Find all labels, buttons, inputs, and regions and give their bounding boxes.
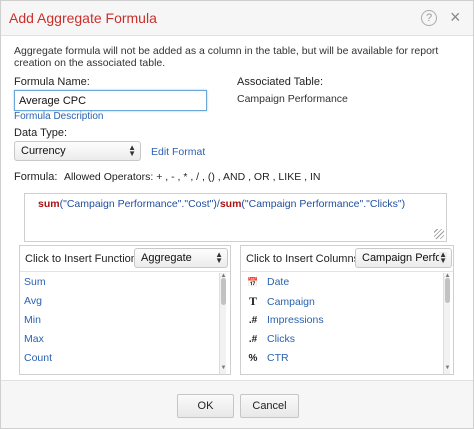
functions-scrollbar[interactable]: ▲ ▼ [219, 273, 226, 374]
column-item-label: Impressions [267, 314, 324, 326]
column-item[interactable]: T Campaign [241, 292, 431, 311]
column-table-value: Campaign Perfor [362, 252, 446, 264]
column-item-label: Date [267, 276, 290, 288]
formula-name-input[interactable] [14, 90, 207, 111]
functions-panel: Click to Insert Functions: Aggregate ▲ ▼ … [19, 245, 231, 375]
date-icon: 📅 [247, 277, 259, 287]
cancel-button[interactable]: Cancel [240, 394, 299, 418]
formula-argument-2: ("Campaign Performance"."Clicks") [241, 198, 406, 210]
column-item-label: Campaign [267, 296, 315, 308]
add-aggregate-formula-dialog: Add Aggregate Formula ? × Aggregate form… [0, 0, 474, 429]
column-item[interactable]: .# Clicks [241, 330, 431, 349]
function-item[interactable]: Min [20, 311, 210, 330]
data-type-value: Currency [21, 145, 66, 157]
column-item[interactable]: % CTR [241, 349, 431, 368]
columns-panel: Click to Insert Columns: Campaign Perfor… [240, 245, 454, 375]
formula-function-1: sum [38, 198, 60, 210]
function-category-value: Aggregate [141, 252, 192, 264]
column-item[interactable]: .# Impressions [241, 311, 431, 330]
formula-function-2: sum [219, 198, 242, 210]
function-category-select[interactable]: Aggregate ▲ ▼ [134, 248, 228, 268]
formula-name-label: Formula Name: [14, 76, 90, 88]
number-type-icon: .# [248, 315, 258, 326]
ok-button[interactable]: OK [177, 394, 234, 418]
dialog-title: Add Aggregate Formula [9, 10, 157, 26]
columns-label: Click to Insert Columns: [246, 253, 363, 265]
edit-format-link[interactable]: Edit Format [151, 146, 205, 158]
column-item-label: CTR [267, 352, 289, 364]
percent-type-icon: % [248, 353, 258, 364]
number-type-icon: .# [248, 334, 258, 345]
function-item[interactable]: Count [20, 349, 210, 368]
columns-panel-header: Click to Insert Columns: Campaign Perfor… [241, 246, 453, 272]
data-type-select[interactable]: Currency ▲ ▼ [14, 141, 141, 161]
functions-panel-header: Click to Insert Functions: Aggregate ▲ ▼ [20, 246, 230, 272]
column-item[interactable]: 📅 Date [241, 273, 431, 292]
formula-argument-1: ("Campaign Performance"."Cost") [59, 198, 217, 210]
select-arrows-icon: ▲ ▼ [215, 250, 223, 265]
scrollbar-thumb[interactable] [221, 278, 226, 305]
formula-description-link[interactable]: Formula Description [14, 111, 103, 122]
text-type-icon: T [248, 294, 257, 308]
associated-table-value: Campaign Performance [237, 93, 348, 105]
resize-grip-icon[interactable] [434, 229, 444, 239]
formula-editor[interactable]: sum("Campaign Performance"."Cost")/sum("… [24, 193, 447, 242]
dialog-footer: OK Cancel [1, 380, 473, 428]
scroll-down-icon[interactable]: ▼ [220, 365, 227, 371]
formula-label: Formula: [14, 171, 58, 183]
select-arrows-icon: ▲ ▼ [439, 250, 447, 265]
associated-table-label: Associated Table: [237, 76, 324, 88]
dialog-titlebar: Add Aggregate Formula ? × [1, 1, 473, 36]
function-item[interactable]: Avg [20, 292, 210, 311]
scroll-down-icon[interactable]: ▼ [444, 365, 451, 371]
function-item[interactable]: Max [20, 330, 210, 349]
info-text: Aggregate formula will not be added as a… [14, 45, 439, 69]
data-type-label: Data Type: [14, 127, 67, 139]
column-table-select[interactable]: Campaign Perfor ▲ ▼ [355, 248, 452, 268]
help-icon[interactable]: ? [421, 10, 437, 26]
function-item[interactable]: Sum [20, 273, 210, 292]
close-icon[interactable]: × [450, 7, 461, 27]
functions-label: Click to Insert Functions: [25, 253, 146, 265]
formula-text: sum("Campaign Performance"."Cost")/sum("… [38, 198, 405, 210]
allowed-operators-text: Allowed Operators: + , - , * , / , () , … [64, 171, 321, 183]
columns-scrollbar[interactable]: ▲ ▼ [443, 273, 450, 374]
column-item-label: Clicks [267, 333, 295, 345]
select-arrows-icon: ▲ ▼ [128, 143, 136, 158]
scrollbar-thumb[interactable] [445, 278, 450, 303]
